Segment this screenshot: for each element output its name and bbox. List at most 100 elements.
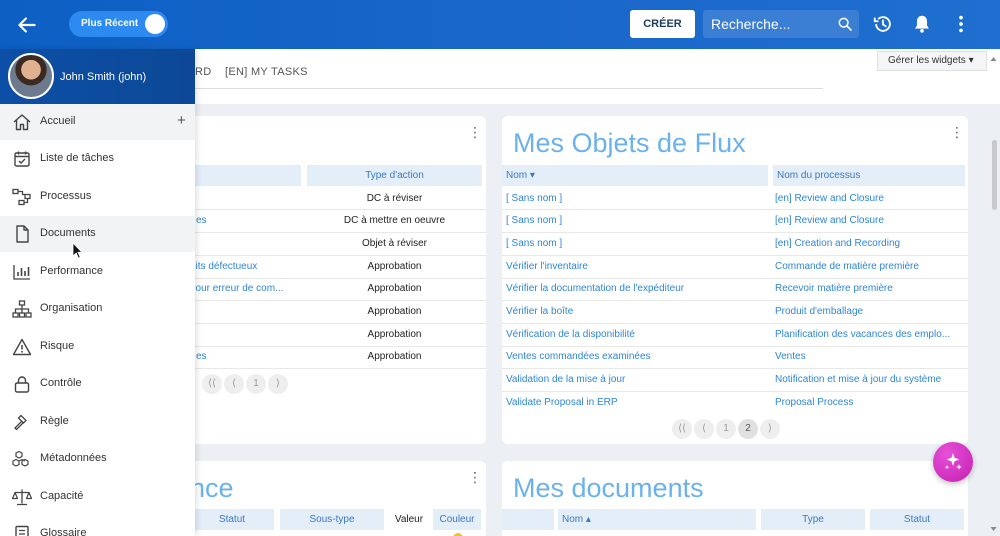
flux-process-name[interactable]: Ventes — [775, 351, 965, 363]
history-icon[interactable] — [872, 13, 894, 35]
flux-object-name[interactable]: Vérification de la disponibilité — [506, 329, 766, 341]
sidebar-item-capacite[interactable]: Capacité — [0, 479, 195, 515]
ai-assistant-button[interactable] — [933, 442, 973, 482]
pagination-page-2[interactable]: 2 — [738, 419, 758, 439]
flux-process-name[interactable]: [en] Review and Closure — [775, 215, 965, 227]
card-title: Mes documents — [513, 473, 704, 503]
column-header-status[interactable]: Statut — [870, 509, 964, 530]
task-name[interactable]: uits défectueux — [190, 261, 300, 273]
flux-process-name[interactable]: Commande de matière première — [775, 261, 965, 273]
sidebar-item-accueil[interactable]: Accueil + — [0, 104, 195, 140]
row-divider — [190, 346, 486, 347]
task-name[interactable]: es — [196, 215, 296, 227]
flux-object-name[interactable]: Validate Proposal in ERP — [506, 397, 766, 409]
sidebar-item-label: Documents — [40, 227, 96, 239]
pagination-next-button[interactable]: ⟩ — [760, 419, 780, 439]
tab-my-tasks[interactable]: [EN] MY TASKS — [225, 66, 308, 78]
row-divider — [190, 323, 486, 324]
manage-widgets-button[interactable]: Gérer les widgets ▾ — [877, 51, 987, 71]
task-action-type: DC à mettre en oeuvre — [343, 215, 446, 226]
avatar[interactable] — [8, 53, 54, 99]
column-header-action-type[interactable]: Type d'action — [307, 165, 482, 186]
process-icon — [12, 188, 31, 206]
add-icon[interactable]: + — [177, 112, 186, 129]
my-documents-card: Mes documents Nom ▴ Type Statut — [502, 461, 968, 536]
column-header-subtype[interactable]: Sous-type — [280, 509, 384, 530]
sidebar-item-risque[interactable]: Risque — [0, 329, 195, 365]
sidebar-item-documents[interactable]: Documents — [0, 216, 195, 252]
sidebar-item-label: Contrôle — [40, 377, 82, 389]
scrollbar-thumb[interactable] — [992, 140, 997, 210]
row-divider — [502, 391, 968, 392]
card-menu-icon[interactable]: ⋮ — [468, 470, 482, 484]
flux-process-name[interactable]: [en] Review and Closure — [775, 193, 965, 205]
flux-process-name[interactable]: Proposal Process — [775, 397, 965, 409]
task-action-type: Approbation — [367, 261, 422, 272]
flux-object-name[interactable]: Vérifier la documentation de l'expéditeu… — [506, 283, 766, 295]
pagination-prev-button[interactable]: ⟨ — [224, 374, 244, 394]
user-name: John Smith (john) — [60, 71, 147, 83]
card-menu-icon[interactable]: ⋮ — [468, 125, 482, 139]
sidebar-item-label: Performance — [40, 265, 103, 277]
sidebar-item-label: Règle — [40, 415, 69, 427]
row-divider — [502, 232, 968, 233]
pagination-first-button[interactable]: ⟨⟨ — [202, 374, 222, 394]
flux-object-name[interactable]: [ Sans nom ] — [506, 215, 766, 227]
calendar-check-icon — [14, 151, 30, 167]
column-header-value[interactable]: Valeur — [390, 509, 428, 530]
create-button[interactable]: CRÉER — [630, 10, 695, 38]
flux-object-name[interactable]: Vérifier la boîte — [506, 306, 766, 318]
most-recent-toggle[interactable]: Plus Récent — [69, 11, 168, 37]
column-header-color[interactable]: Couleur — [433, 509, 481, 530]
search-icon[interactable] — [837, 16, 853, 32]
column-header-type[interactable]: Type — [761, 509, 865, 530]
user-profile[interactable]: John Smith (john) — [0, 49, 195, 104]
sidebar-item-regle[interactable]: Règle — [0, 404, 195, 440]
flux-object-name[interactable]: Validation de la mise à jour — [506, 374, 766, 386]
row-divider — [190, 255, 486, 256]
performance-card: ⋮ nce Statut Sous-type Valeur Couleur — [190, 461, 486, 536]
task-name[interactable]: pour erreur de com... — [190, 283, 300, 295]
back-arrow-icon[interactable] — [14, 12, 40, 38]
row-divider — [502, 255, 968, 256]
glossary-icon — [15, 525, 29, 536]
flux-process-name[interactable]: Planification des vacances des emplo... — [775, 329, 965, 341]
flux-process-name[interactable]: [en] Creation and Recording — [775, 238, 965, 250]
sparkles-icon — [944, 453, 962, 470]
more-vertical-icon[interactable] — [950, 13, 972, 35]
sidebar-item-glossaire[interactable]: Glossaire — [0, 516, 195, 536]
tab-dashboard[interactable]: RD — [195, 66, 212, 78]
column-header-name[interactable]: Nom ▾ — [502, 165, 768, 186]
pagination-page-1[interactable]: 1 — [246, 374, 266, 394]
task-name[interactable]: es — [196, 351, 296, 363]
column-header-name[interactable]: Nom ▴ — [558, 509, 756, 530]
sidebar-item-organisation[interactable]: Organisation — [0, 291, 195, 327]
bar-chart-icon — [13, 265, 30, 280]
column-header-status[interactable]: Statut — [190, 509, 274, 530]
sidebar-item-controle[interactable]: Contrôle — [0, 366, 195, 402]
flux-object-name[interactable]: [ Sans nom ] — [506, 238, 766, 250]
column-header-process-name[interactable]: Nom du processus — [773, 165, 965, 186]
flux-process-name[interactable]: Produit d'emballage — [775, 306, 965, 318]
column-header-name[interactable] — [190, 165, 301, 186]
task-action-type: Approbation — [367, 306, 422, 317]
card-menu-icon[interactable]: ⋮ — [950, 125, 964, 139]
pagination-prev-button[interactable]: ⟨ — [694, 419, 714, 439]
search-input[interactable] — [711, 10, 831, 38]
flux-object-name[interactable]: [ Sans nom ] — [506, 193, 766, 205]
page-scrollbar[interactable] — [989, 52, 998, 536]
pagination-page-1[interactable]: 1 — [716, 419, 736, 439]
sidebar-item-metadonnees[interactable]: Métadonnées — [0, 441, 195, 477]
flux-process-name[interactable]: Notification et mise à jour du système — [775, 374, 965, 386]
notification-bell-icon[interactable] — [911, 13, 933, 35]
sidebar-item-performance[interactable]: Performance — [0, 254, 195, 290]
pagination-next-button[interactable]: ⟩ — [268, 374, 288, 394]
sidebar-item-task-list[interactable]: Liste de tâches — [0, 141, 195, 177]
flux-object-name[interactable]: Ventes commandées examinées — [506, 351, 766, 363]
sidebar-item-processus[interactable]: Processus — [0, 179, 195, 215]
card-title: nce — [190, 473, 234, 503]
pagination-first-button[interactable]: ⟨⟨ — [672, 419, 692, 439]
flux-process-name[interactable]: Recevoir matière première — [775, 283, 965, 295]
sidebar-item-label: Organisation — [40, 302, 103, 314]
flux-object-name[interactable]: Vérifier l'inventaire — [506, 261, 766, 273]
